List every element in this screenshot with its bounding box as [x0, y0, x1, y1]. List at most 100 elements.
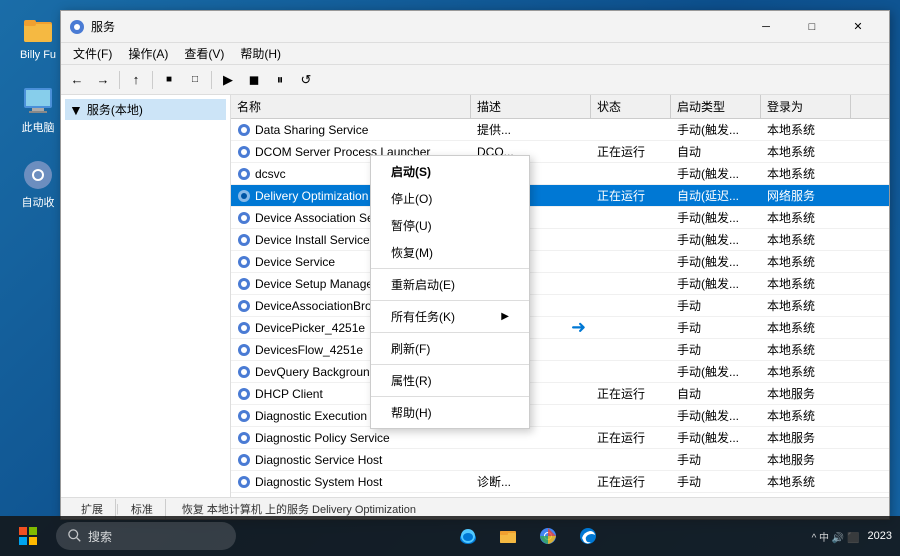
col-header-logon[interactable]: 登录为 — [761, 95, 851, 118]
service-row[interactable]: Device Install Service手动(触发...本地系统 — [231, 229, 889, 251]
service-row[interactable]: Device Association Service手动(触发...本地系统 — [231, 207, 889, 229]
context-menu-item-label: 启动(S) — [391, 163, 431, 180]
service-row[interactable]: Delivery Optimization正在运行自动(延迟...网络服务 — [231, 185, 889, 207]
up-button[interactable]: ↑ — [124, 69, 148, 91]
col-header-status[interactable]: 状态 — [591, 95, 671, 118]
title-bar: 服务 ─ □ ✕ — [61, 11, 889, 43]
taskbar-app-explorer[interactable] — [490, 520, 526, 552]
service-row[interactable]: DeviceAssociationBroker_4251e手动本地系统 — [231, 295, 889, 317]
toolbar-separator-2 — [152, 71, 153, 89]
col-header-name[interactable]: 名称 — [231, 95, 471, 118]
pause-btn[interactable]: ⏸ — [268, 69, 292, 91]
minimize-button[interactable]: ─ — [743, 11, 789, 43]
taskbar: 搜索 — [0, 516, 900, 556]
service-status-cell — [591, 163, 671, 184]
desktop-icon-settings[interactable]: 自动收 — [8, 155, 68, 214]
forward-button[interactable]: → — [91, 69, 115, 91]
menu-file[interactable]: 文件(F) — [65, 43, 120, 64]
service-row[interactable]: DCOM Server Process LauncherDCO...正在运行自动… — [231, 141, 889, 163]
stop-btn[interactable]: ◼ — [242, 69, 266, 91]
service-startup-cell: 手动 — [671, 295, 761, 316]
service-desc-cell: 对话... — [471, 493, 591, 497]
toolbar-separator-3 — [211, 71, 212, 89]
service-logon-cell: 本地服务 — [761, 449, 851, 470]
context-menu-item[interactable]: 刷新(F) — [371, 335, 529, 362]
service-row[interactable]: Diagnostic System Host诊断...正在运行手动本地系统 — [231, 471, 889, 493]
menu-help[interactable]: 帮助(H) — [232, 43, 289, 64]
desktop-icon-folder[interactable]: Billy Fu — [8, 10, 68, 65]
service-name-cell: Diagnostic System Host — [231, 471, 471, 492]
submenu-arrow-icon: ▶ — [501, 311, 509, 322]
service-row[interactable]: Device Service手动(触发...本地系统 — [231, 251, 889, 273]
desktop-icon-computer[interactable]: 此电脑 — [8, 80, 68, 139]
service-row[interactable]: DHCP Client正在运行自动本地服务 — [231, 383, 889, 405]
service-row[interactable]: Data Sharing Service提供...手动(触发...本地系统 — [231, 119, 889, 141]
taskbar-app-edge2[interactable] — [570, 520, 606, 552]
service-startup-cell: 手动 — [671, 449, 761, 470]
start-button[interactable] — [8, 520, 48, 552]
service-row[interactable]: Diagnostic Execution Service手动(触发...本地系统 — [231, 405, 889, 427]
context-menu-item-label: 暂停(U) — [391, 217, 432, 234]
service-row[interactable]: dcsvc已声...手动(触发...本地系统 — [231, 163, 889, 185]
service-desc-cell: 提供... — [471, 119, 591, 140]
service-row[interactable]: DevQuery Background Discovery Broke...手动… — [231, 361, 889, 383]
service-logon-cell: 本地系统 — [761, 339, 851, 360]
service-status-cell — [591, 361, 671, 382]
tree-item-local-services[interactable]: ▼ 服务(本地) — [65, 99, 226, 120]
service-status-cell — [591, 295, 671, 316]
service-startup-cell: 手动(触发... — [671, 251, 761, 272]
context-menu-item[interactable]: 暂停(U) — [371, 212, 529, 239]
start-btn[interactable]: ▶ — [216, 69, 240, 91]
service-status-cell — [591, 493, 671, 497]
service-row[interactable]: DialogBlockingService对话...禁用本地系统 — [231, 493, 889, 497]
context-menu-item[interactable]: 启动(S) — [371, 158, 529, 185]
service-status-cell — [591, 229, 671, 250]
service-startup-cell: 自动(延迟... — [671, 185, 761, 206]
service-status-cell: 正在运行 — [591, 383, 671, 404]
service-logon-cell: 本地系统 — [761, 163, 851, 184]
desktop-icon-label: 此电脑 — [22, 119, 55, 135]
context-menu-item[interactable]: 帮助(H) — [371, 399, 529, 426]
taskbar-search[interactable]: 搜索 — [56, 522, 236, 550]
menu-view[interactable]: 查看(V) — [176, 43, 232, 64]
service-startup-cell: 手动(触发... — [671, 361, 761, 382]
service-status-cell — [591, 405, 671, 426]
service-logon-cell: 本地系统 — [761, 471, 851, 492]
back-button[interactable]: ← — [65, 69, 89, 91]
toolbar: ← → ↑ ■ □ ▶ ◼ ⏸ ↺ — [61, 65, 889, 95]
col-header-startup[interactable]: 启动类型 — [671, 95, 761, 118]
maximize-button[interactable]: □ — [789, 11, 835, 43]
service-name: DevicePicker_4251e — [255, 321, 365, 335]
service-logon-cell: 本地服务 — [761, 383, 851, 404]
show-desc-btn[interactable]: □ — [183, 69, 207, 91]
context-menu-item[interactable]: 恢复(M) — [371, 239, 529, 266]
context-menu-item[interactable]: 属性(R) — [371, 367, 529, 394]
restart-btn[interactable]: ↺ — [294, 69, 318, 91]
service-row[interactable]: DevicesFlow_4251e手动本地系统 — [231, 339, 889, 361]
close-button[interactable]: ✕ — [835, 11, 881, 43]
service-row[interactable]: Diagnostic Policy Service正在运行手动(触发...本地服… — [231, 427, 889, 449]
status-text: 恢复 本地计算机 上的服务 Delivery Optimization — [182, 501, 416, 517]
context-menu-item[interactable]: 重新启动(E) — [371, 271, 529, 298]
context-menu-item[interactable]: 停止(O) — [371, 185, 529, 212]
taskbar-app-edge[interactable] — [450, 520, 486, 552]
service-startup-cell: 手动(触发... — [671, 405, 761, 426]
context-menu-item[interactable]: 所有任务(K)▶ — [371, 303, 529, 330]
service-row[interactable]: Device Setup Manager手动(触发...本地系统 — [231, 273, 889, 295]
desktop: Billy Fu 此电脑 自动收 — [0, 0, 900, 556]
service-logon-cell: 本地系统 — [761, 119, 851, 140]
desktop-icon-label: Billy Fu — [20, 49, 56, 61]
menu-action[interactable]: 操作(A) — [120, 43, 176, 64]
service-name: Diagnostic System Host — [255, 475, 382, 489]
service-startup-cell: 禁用 — [671, 493, 761, 497]
show-hide-btn[interactable]: ■ — [157, 69, 181, 91]
col-header-desc[interactable]: 描述 — [471, 95, 591, 118]
service-status-cell: 正在运行 — [591, 185, 671, 206]
service-logon-cell: 本地系统 — [761, 273, 851, 294]
taskbar-app-chrome[interactable] — [530, 520, 566, 552]
service-row[interactable]: DevicePicker_4251e手动本地系统➜ — [231, 317, 889, 339]
service-row[interactable]: Diagnostic Service Host手动本地服务 — [231, 449, 889, 471]
service-name: Diagnostic Policy Service — [255, 431, 390, 445]
service-startup-cell: 手动(触发... — [671, 119, 761, 140]
context-menu-separator — [371, 396, 529, 397]
